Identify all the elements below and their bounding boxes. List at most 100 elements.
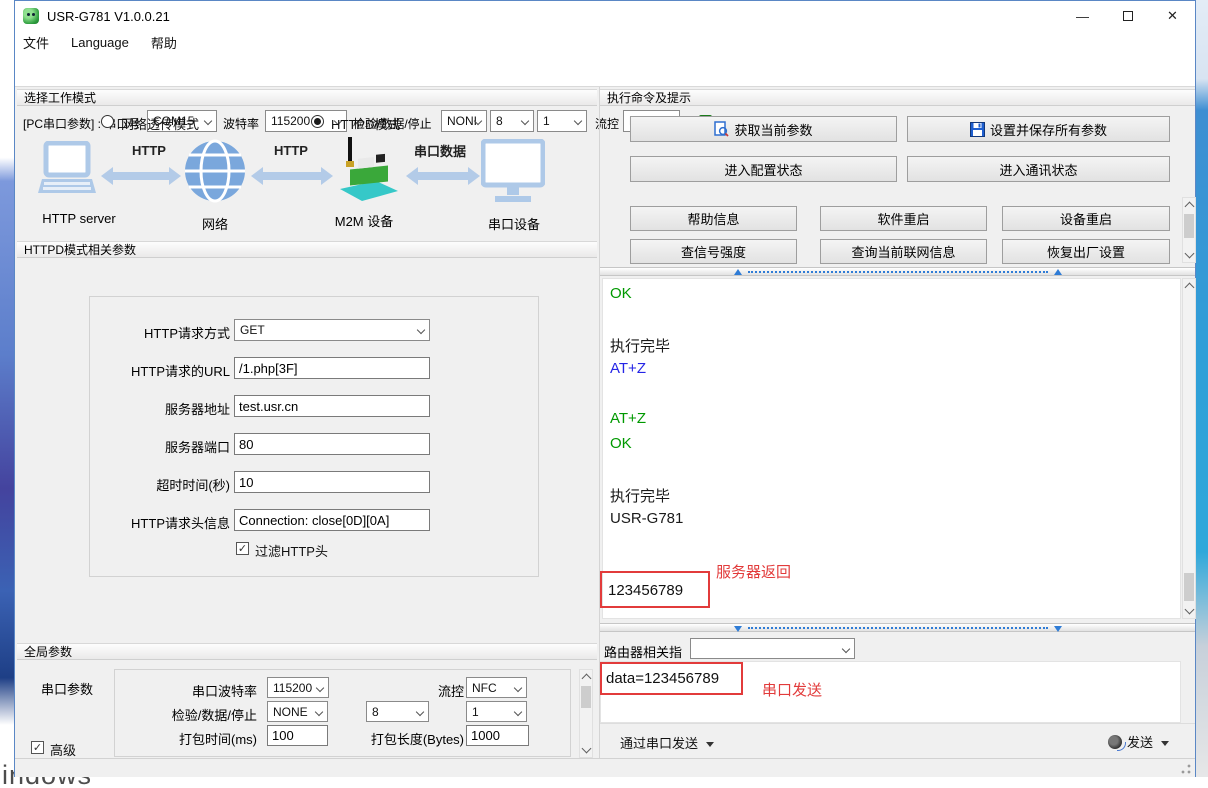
help-info-button[interactable]: 帮助信息 <box>630 206 797 231</box>
maximize-button[interactable] <box>1105 1 1150 31</box>
dropdown-arrow-icon <box>706 742 714 747</box>
radio-httpd-mode[interactable] <box>311 115 324 128</box>
server-port-field[interactable] <box>234 433 430 455</box>
router-cmd-select[interactable] <box>690 638 855 659</box>
right-panel: 执行命令及提示 获取当前参数 设置并保存所有参数 进入配置状态 进入通讯状态 帮… <box>599 87 1195 758</box>
log-output-area[interactable]: OK 执行完毕 AT+Z AT+Z OK 执行完毕 USR-G781 <box>602 278 1181 619</box>
chevron-down-icon <box>316 684 324 692</box>
scroll-down-icon[interactable] <box>1185 249 1195 259</box>
factory-reset-button[interactable]: 恢复出厂设置 <box>1002 239 1170 264</box>
splitter-arrow-icon <box>734 269 742 275</box>
field-label: 超时时间(秒) <box>37 475 230 494</box>
status-bar <box>15 758 1195 777</box>
pack-len-label: 打包长度(Bytes) <box>369 729 464 748</box>
link-label: 串口数据 <box>405 141 475 160</box>
commands-header: 执行命令及提示 <box>600 89 1195 106</box>
global-params-header: 全局参数 <box>17 643 597 660</box>
annotation-server-return: 服务器返回 <box>716 561 791 582</box>
server-address-field[interactable] <box>234 395 430 417</box>
send-button[interactable]: 发送 <box>1108 732 1169 751</box>
net-info-button[interactable]: 查询当前联网信息 <box>820 239 987 264</box>
minimize-button[interactable]: — <box>1060 1 1105 31</box>
scroll-down-icon[interactable] <box>1185 605 1195 615</box>
serial-toolbar: [PC串口参数] : 串口号 COM15 波特率 115200 检验/数据/停止… <box>15 53 1195 87</box>
scroll-up-icon[interactable] <box>1185 202 1195 212</box>
radio-transparent-mode[interactable] <box>101 115 114 128</box>
g-flow-label: 流控 <box>421 681 464 700</box>
g-pds-label: 检验/数据/停止 <box>127 705 257 724</box>
save-params-button[interactable]: 设置并保存所有参数 <box>907 116 1170 142</box>
log-line: 执行完毕 <box>610 335 670 356</box>
search-doc-icon <box>714 121 729 137</box>
advanced-checkbox[interactable]: ✓ <box>31 741 44 754</box>
radio-transparent-label[interactable]: 网络透传模式 <box>121 114 199 133</box>
advanced-label: 高级 <box>50 740 76 759</box>
http-url-field[interactable] <box>234 357 430 379</box>
scroll-thumb[interactable] <box>1184 573 1194 601</box>
pack-len-field[interactable] <box>466 725 529 746</box>
menu-language[interactable]: Language <box>71 35 129 50</box>
splitter-bottom[interactable] <box>600 623 1195 632</box>
scroll-up-icon[interactable] <box>1185 283 1195 293</box>
annotation-serial-send: 串口发送 <box>762 679 822 700</box>
pack-time-field[interactable] <box>267 725 328 746</box>
http-header-field[interactable] <box>234 509 430 531</box>
global-scrollbar[interactable] <box>579 669 593 758</box>
scroll-thumb[interactable] <box>1184 214 1194 238</box>
get-params-button[interactable]: 获取当前参数 <box>630 116 897 142</box>
log-scrollbar[interactable] <box>1182 278 1196 619</box>
link-label: HTTP <box>263 143 319 158</box>
menu-file[interactable]: 文件 <box>23 33 49 52</box>
arrow-http-1-icon <box>101 167 181 185</box>
arrow-http-2-icon <box>251 167 333 185</box>
soft-restart-button[interactable]: 软件重启 <box>820 206 987 231</box>
maximize-icon <box>1123 11 1133 21</box>
g-flow-select[interactable]: NFC <box>466 677 527 698</box>
background-bottom-strip <box>0 777 1208 788</box>
signal-strength-button[interactable]: 查信号强度 <box>630 239 797 264</box>
send-via-serial-button[interactable]: 通过串口发送 <box>620 733 714 752</box>
device-restart-button[interactable]: 设备重启 <box>1002 206 1170 231</box>
g-databits-select[interactable]: 8 <box>366 701 429 722</box>
g-stopbits-select[interactable]: 1 <box>466 701 527 722</box>
close-button[interactable]: ✕ <box>1150 1 1195 31</box>
g-parity-select[interactable]: NONE <box>267 701 328 722</box>
chevron-down-icon <box>416 708 424 716</box>
serial-group-label: 串口参数 <box>41 679 111 698</box>
chevron-down-icon <box>514 708 522 716</box>
filter-http-label: 过滤HTTP头 <box>255 541 328 560</box>
resize-grip-icon[interactable] <box>1181 764 1191 774</box>
menu-help[interactable]: 帮助 <box>151 33 177 52</box>
laptop-icon <box>36 141 98 205</box>
buttons-scrollbar[interactable] <box>1182 197 1196 263</box>
field-label: HTTP请求方式 <box>37 323 230 342</box>
chevron-down-icon <box>842 645 850 653</box>
pack-time-label: 打包时间(ms) <box>127 729 257 748</box>
splitter-top[interactable] <box>600 267 1195 276</box>
splitter-arrow-icon <box>1054 626 1062 632</box>
node-caption: HTTP server <box>33 211 125 226</box>
field-label: HTTP请求的URL <box>37 361 230 380</box>
annotation-box-send <box>600 662 743 695</box>
http-method-select[interactable]: GET <box>234 319 430 341</box>
background-window-right-strip <box>1196 0 1208 788</box>
enter-config-button[interactable]: 进入配置状态 <box>630 156 897 182</box>
scroll-up-icon[interactable] <box>582 674 592 684</box>
menubar: 文件 Language 帮助 <box>15 31 1195 53</box>
background-window-left-strip <box>0 0 14 788</box>
node-caption: 网络 <box>185 214 245 233</box>
enter-comm-button[interactable]: 进入通讯状态 <box>907 156 1170 182</box>
send-bar: 通过串口发送 发送 <box>600 723 1195 756</box>
link-label: HTTP <box>121 143 177 158</box>
node-caption: M2M 设备 <box>329 211 399 230</box>
filter-http-checkbox[interactable]: ✓ <box>236 542 249 555</box>
chevron-down-icon <box>417 326 425 334</box>
scroll-thumb[interactable] <box>581 686 591 708</box>
globe-icon <box>184 137 246 205</box>
scroll-down-icon[interactable] <box>582 744 592 754</box>
timeout-field[interactable] <box>234 471 430 493</box>
log-line: AT+Z <box>610 410 646 427</box>
save-icon <box>970 122 985 137</box>
field-label: 服务器地址 <box>37 399 230 418</box>
g-baud-select[interactable]: 115200 <box>267 677 329 698</box>
